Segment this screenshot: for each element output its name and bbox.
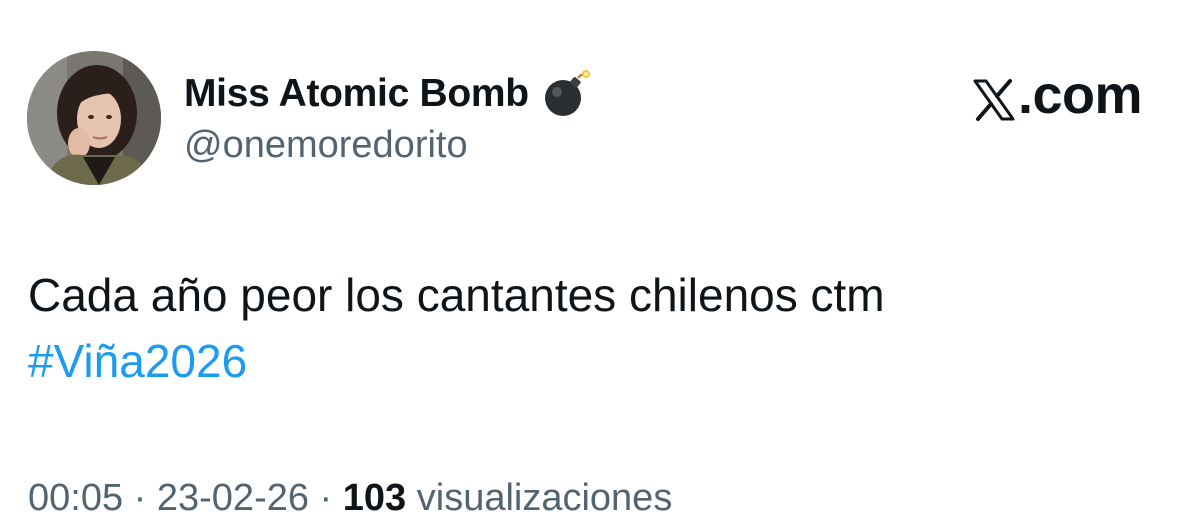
tweet-date[interactable]: 23-02-26	[157, 477, 309, 519]
x-logo-icon	[972, 73, 1016, 121]
display-name[interactable]: Miss Atomic Bomb	[184, 72, 529, 116]
views-count[interactable]: 103	[343, 477, 406, 519]
tweet-text: Cada año peor los cantantes chilenos ctm	[28, 269, 885, 321]
avatar-photo-icon	[27, 51, 161, 185]
handle[interactable]: @onemoredorito	[184, 124, 468, 167]
views-label: visualizaciones	[406, 477, 673, 519]
bomb-icon	[541, 68, 593, 120]
tweet-meta: 00:05 · 23-02-26 · 103 visualizaciones	[28, 474, 672, 522]
meta-separator: ·	[309, 477, 343, 519]
site-logo-text: .com	[1017, 65, 1143, 125]
avatar[interactable]	[27, 51, 161, 185]
display-name-row[interactable]: Miss Atomic Bomb	[184, 66, 593, 122]
hashtag-link[interactable]: #Viña2026	[28, 332, 247, 390]
meta-separator: ·	[123, 477, 157, 519]
tweet-time[interactable]: 00:05	[28, 477, 123, 519]
site-logo: .com	[972, 64, 1143, 126]
tweet-card: Miss Atomic Bomb @onemoredorito .com Cad…	[0, 0, 1200, 526]
